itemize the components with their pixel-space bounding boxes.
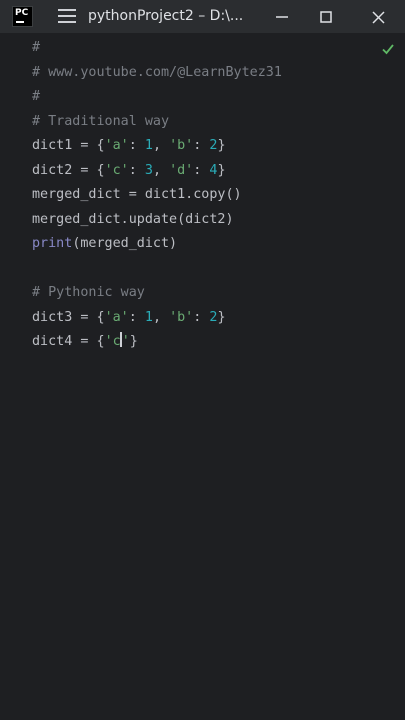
code-line[interactable]: print(merged_dict) xyxy=(32,232,282,257)
code-token: : xyxy=(193,138,210,153)
code-line[interactable]: # xyxy=(32,85,282,110)
code-lines[interactable]: # # www.youtube.com/@LearnBytez31 # # Tradi… xyxy=(32,36,282,355)
code-token: 'c' xyxy=(104,162,129,178)
code-token: , xyxy=(152,138,170,153)
code-line[interactable]: # Traditional way xyxy=(32,110,282,135)
code-token: 'b' xyxy=(169,138,194,153)
code-token: 'a' xyxy=(104,138,129,153)
code-token: } xyxy=(217,162,226,178)
code-line[interactable]: # www.youtube.com/@LearnBytez31 xyxy=(32,61,282,86)
window-title: pythonProject2 – D:\... xyxy=(88,8,244,24)
code-line[interactable]: dict1 = {'a': 1, 'b': 2} xyxy=(32,134,282,159)
checkmark-icon[interactable] xyxy=(381,42,395,56)
code-editor[interactable]: # # www.youtube.com/@LearnBytez31 # # Tradi… xyxy=(0,34,405,720)
code-token: 1 xyxy=(144,309,153,325)
close-button[interactable] xyxy=(358,0,398,34)
code-token: # xyxy=(32,89,41,104)
code-token: print xyxy=(32,236,73,251)
code-token: : xyxy=(128,162,145,178)
close-icon xyxy=(371,10,385,24)
code-line[interactable]: # xyxy=(32,36,282,61)
code-token: 1 xyxy=(144,138,153,153)
code-token: 'a' xyxy=(104,309,129,325)
code-token: , xyxy=(152,309,170,325)
code-token: # Pythonic way xyxy=(32,285,145,300)
code-token: merged_dict = dict1.copy() xyxy=(32,187,242,202)
code-line[interactable]: dict4 = {'c'} xyxy=(32,330,282,355)
code-token: # xyxy=(32,40,41,55)
code-line[interactable] xyxy=(32,257,282,282)
code-line[interactable]: merged_dict = dict1.copy() xyxy=(32,183,282,208)
minimize-button[interactable] xyxy=(262,0,302,34)
code-token: : xyxy=(128,309,145,325)
code-token: 'd' xyxy=(169,162,194,178)
code-token: : xyxy=(128,138,145,153)
code-token: dict4 = { xyxy=(32,334,105,349)
maximize-icon xyxy=(320,11,332,23)
minimize-icon xyxy=(276,16,288,18)
code-token: } xyxy=(217,138,226,153)
code-token: : xyxy=(193,162,210,178)
hamburger-menu-icon[interactable] xyxy=(58,9,76,25)
code-token: (merged_dict) xyxy=(72,236,178,251)
code-token: dict1 = { xyxy=(32,138,105,153)
code-line[interactable]: merged_dict.update(dict2) xyxy=(32,208,282,233)
code-token: 'b' xyxy=(169,309,194,325)
pycharm-logo-icon[interactable]: PC xyxy=(12,6,33,27)
code-token: 'c xyxy=(104,334,121,349)
code-line[interactable]: dict3 = {'a': 1, 'b': 2} xyxy=(32,306,282,331)
code-token: ' xyxy=(121,334,130,349)
code-token: 3 xyxy=(144,162,153,178)
code-token: merged_dict.update(dict2) xyxy=(32,211,234,227)
code-token: # Traditional way xyxy=(32,113,170,129)
code-token: } xyxy=(129,334,138,349)
code-line[interactable]: # Pythonic way xyxy=(32,281,282,306)
code-token: # www.youtube.com/@LearnBytez31 xyxy=(32,64,282,80)
code-token: : xyxy=(193,309,210,325)
code-token: dict2 = { xyxy=(32,162,105,178)
maximize-button[interactable] xyxy=(306,0,346,34)
code-token: , xyxy=(152,162,170,178)
code-token: } xyxy=(217,309,226,325)
code-token: dict3 = { xyxy=(32,309,105,325)
code-line[interactable]: dict2 = {'c': 3, 'd': 4} xyxy=(32,159,282,184)
title-bar: PC pythonProject2 – D:\... xyxy=(0,0,405,34)
